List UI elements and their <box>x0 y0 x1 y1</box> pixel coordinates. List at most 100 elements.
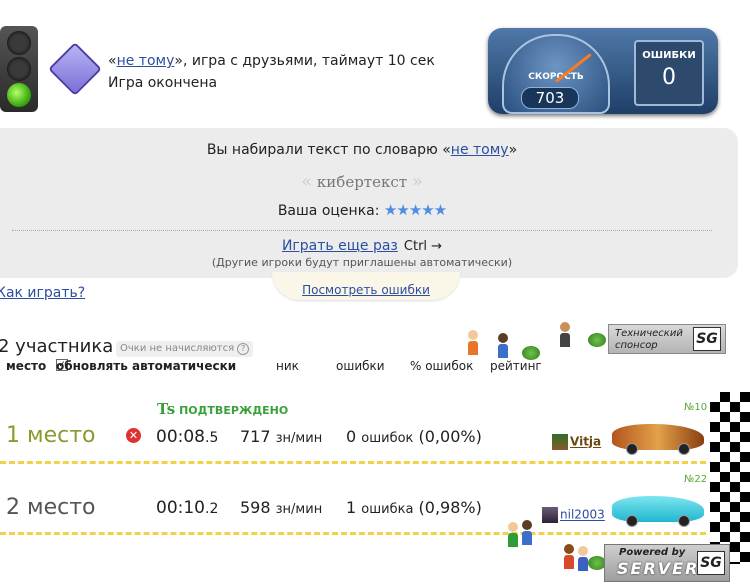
car-number: №10 <box>684 402 708 413</box>
mode-diamond-icon <box>48 42 102 96</box>
row-place: 2 место <box>6 495 96 520</box>
col-nick: ник <box>276 359 299 373</box>
show-errors-link[interactable]: Посмотреть ошибки <box>302 283 430 297</box>
rating-line: Ваша оценка: ★★★★★ <box>0 201 738 219</box>
player-nick: nil2003 <box>542 507 605 523</box>
person-icon <box>578 546 588 572</box>
vocab-prefix: Вы набирали текст по словарю « <box>206 142 451 158</box>
person-icon <box>522 520 532 546</box>
star-icon[interactable]: ★ <box>384 201 397 219</box>
speed-value: 717 <box>240 427 271 446</box>
speed-value: 703 <box>521 87 579 109</box>
person-icon <box>498 333 508 359</box>
vocab-line: Вы набирали текст по словарю «не тому» <box>0 142 738 158</box>
no-points-badge: Очки не начисляются? <box>116 341 254 357</box>
speed-value: 598 <box>240 498 271 517</box>
row-time: 00:08.5 <box>156 427 218 447</box>
race-car-icon <box>612 496 704 527</box>
row-time: 00:10.2 <box>156 498 218 518</box>
star-icon[interactable]: ★ <box>396 201 409 219</box>
avatar <box>552 434 568 450</box>
vocab-name: « кибертекст » <box>0 171 738 192</box>
star-icon[interactable]: ★ <box>434 201 447 219</box>
game-status: Игра окончена <box>108 75 218 91</box>
game-info: «не тому», игра с друзьями, таймаут 10 с… <box>108 50 435 94</box>
errors-label: ОШИБКИ <box>642 50 696 61</box>
powered-by-text: Powered by <box>619 547 686 558</box>
col-percent: % ошибок <box>410 359 474 373</box>
errors-percent: (0,00%) <box>418 427 482 446</box>
confirmed-text: ПОДТВЕРЖДЕНО <box>179 404 289 417</box>
shortcut-hint: Ctrl → <box>403 239 443 254</box>
person-icon <box>564 544 574 570</box>
finish-flag-icon <box>710 392 750 564</box>
shrub-icon <box>588 333 606 347</box>
how-to-play-link[interactable]: Как играть? <box>0 285 85 301</box>
result-vocab-link[interactable]: не тому <box>451 142 509 158</box>
errors-word: ошибок <box>361 431 414 446</box>
result-panel: Вы набирали текст по словарю «не тому» «… <box>0 128 738 278</box>
person-icon <box>468 330 478 356</box>
lane-divider <box>0 461 706 464</box>
player-link[interactable]: nil2003 <box>560 508 605 522</box>
chevrons-left-icon: « <box>301 171 313 192</box>
red-lamp <box>7 31 31 55</box>
left-game-icon: ✕ <box>126 428 141 443</box>
rating-stars[interactable]: ★★★★★ <box>384 201 447 219</box>
race-car-icon <box>612 424 704 455</box>
row-errors: 1 ошибка (0,98%) <box>346 498 482 517</box>
col-errors: ошибки <box>336 359 385 373</box>
tech-sponsor-badge[interactable]: Технический спонсор SG <box>608 324 726 354</box>
no-points-text: Очки не начисляются <box>120 343 235 354</box>
play-again-line: Играть еще раз Ctrl → <box>0 238 738 254</box>
time-main: 00:10 <box>156 498 205 518</box>
traffic-light-icon <box>0 26 38 112</box>
speed-unit: зн/мин <box>275 502 323 517</box>
play-again-link[interactable]: Играть еще раз <box>282 238 398 254</box>
help-icon[interactable]: ? <box>237 343 250 355</box>
vocab-link[interactable]: не тому <box>117 53 175 69</box>
participants-title: 2 участника <box>0 336 114 357</box>
confirmed-badge: Ts ПОДТВЕРЖДЕНО <box>157 400 288 418</box>
errors-box: ОШИБКИ 0 <box>634 40 704 106</box>
auto-update-label: обновлять автоматически <box>56 359 237 373</box>
time-frac: .2 <box>205 501 219 517</box>
chevrons-right-icon: » <box>411 171 423 192</box>
time-frac: .5 <box>205 430 219 446</box>
row-place: 1 место <box>6 423 96 448</box>
game-mode-line: «не тому», игра с друзьями, таймаут 10 с… <box>108 50 435 72</box>
confirmed-glyph-icon: Ts <box>157 400 176 418</box>
avatar <box>542 507 558 523</box>
errors-word: ошибка <box>361 502 414 517</box>
row-speed: 717 зн/мин <box>240 427 322 446</box>
car-number: №22 <box>684 474 708 485</box>
errors-percent: (0,98%) <box>418 498 482 517</box>
person-icon <box>560 322 570 348</box>
quote-open: « <box>108 53 117 69</box>
errors-count: 1 <box>346 498 357 517</box>
player-link[interactable]: Vitja <box>570 435 601 449</box>
time-main: 00:08 <box>156 427 205 447</box>
col-rating: рейтинг <box>490 359 542 373</box>
others-note: (Другие игроки будут приглашены автомати… <box>211 256 513 269</box>
vocab-suffix: » <box>508 142 518 158</box>
player-nick: Vitja <box>552 434 601 450</box>
errors-value: 0 <box>662 65 676 90</box>
quote-close: » <box>174 53 183 69</box>
sg-logo-icon: SG <box>697 551 725 575</box>
server-text: SERVER <box>617 559 700 578</box>
row-errors: 0 ошибок (0,00%) <box>346 427 482 446</box>
lane-divider <box>0 532 706 535</box>
powered-by-badge[interactable]: Powered by SERVER SG <box>604 544 730 582</box>
star-icon[interactable]: ★ <box>409 201 422 219</box>
vocab-title: кибертекст <box>316 173 408 191</box>
errors-count: 0 <box>346 427 357 446</box>
show-errors-tab: Посмотреть ошибки <box>272 272 460 300</box>
speedometer-panel: СКОРОСТЬ 703 ОШИБКИ 0 <box>488 28 718 114</box>
star-icon[interactable]: ★ <box>421 201 434 219</box>
col-place: место <box>6 359 47 373</box>
divider <box>12 230 712 231</box>
row-speed: 598 зн/мин <box>240 498 322 517</box>
shrub-icon <box>522 346 540 360</box>
green-lamp <box>7 83 31 107</box>
